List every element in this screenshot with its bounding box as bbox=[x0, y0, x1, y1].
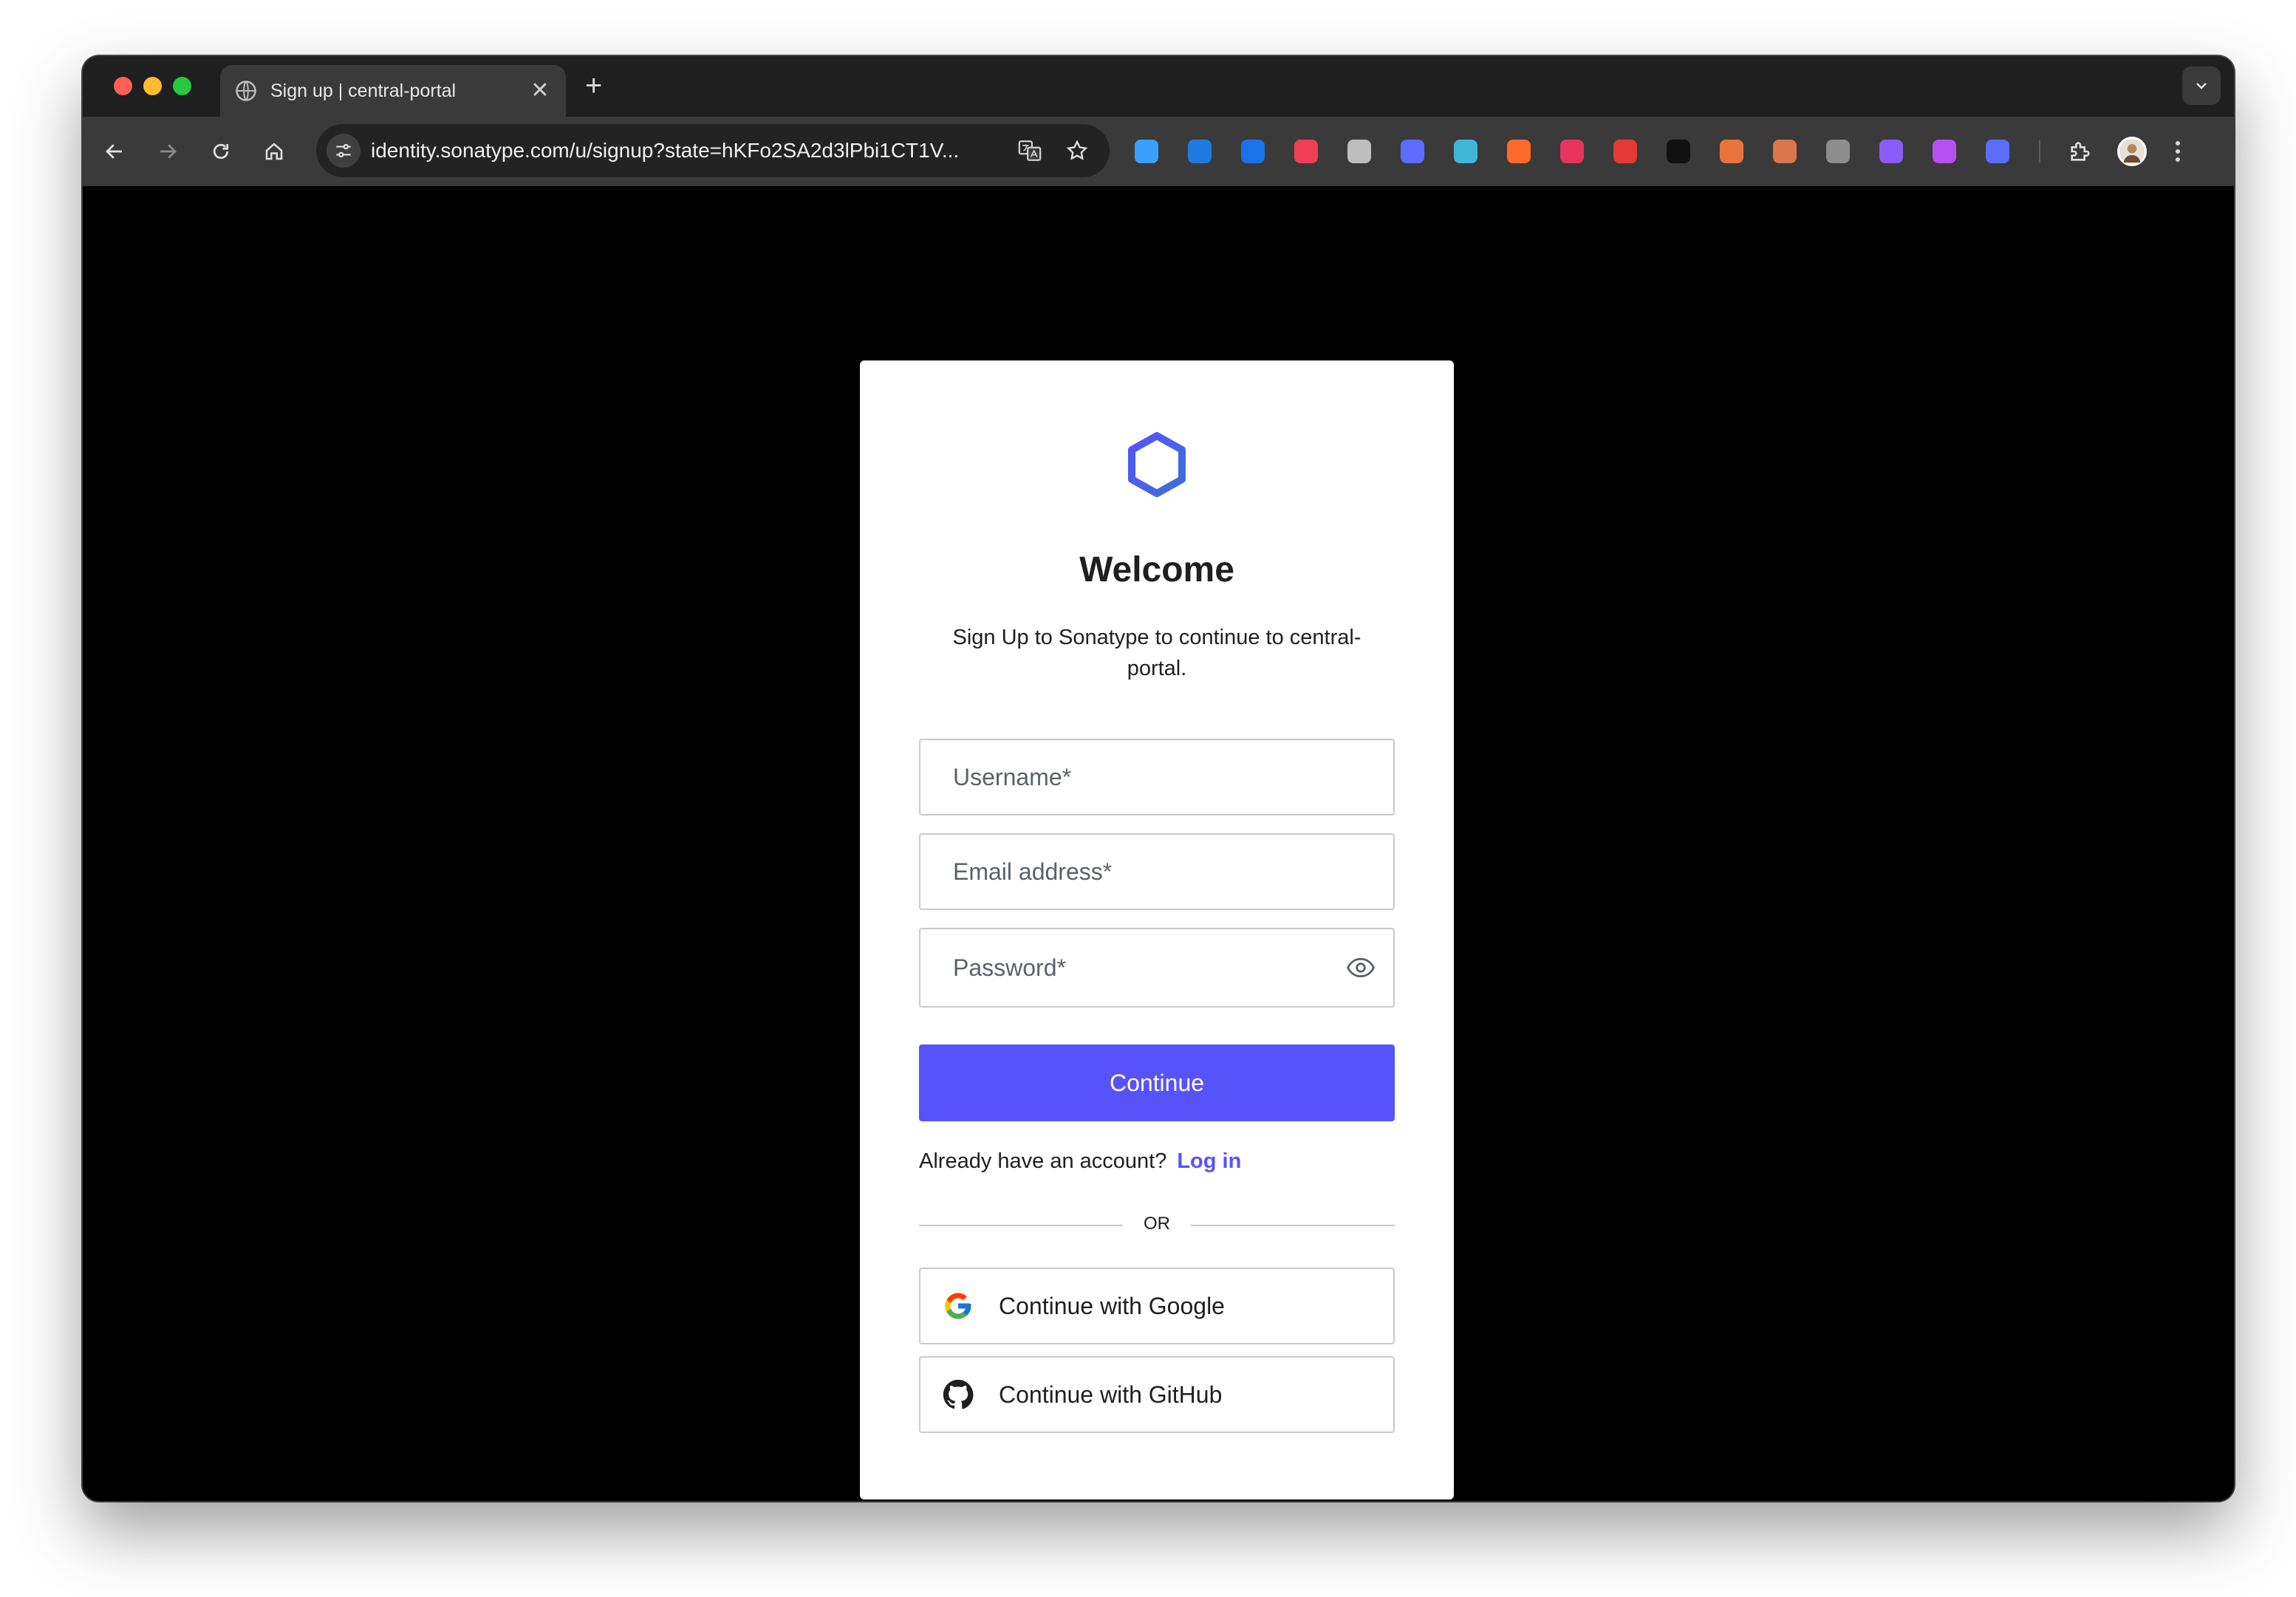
username-field[interactable] bbox=[919, 739, 1395, 815]
minimize-window-button[interactable] bbox=[143, 77, 162, 95]
login-link[interactable]: Log in bbox=[1177, 1149, 1241, 1173]
signup-description: Sign Up to Sonatype to continue to centr… bbox=[952, 626, 1361, 680]
tab-search-button[interactable] bbox=[2182, 66, 2221, 105]
google-button-label: Continue with Google bbox=[999, 1292, 1225, 1319]
extension-icon-7[interactable] bbox=[1454, 140, 1477, 163]
arrow-left-icon bbox=[106, 144, 122, 159]
extension-icon-13[interactable] bbox=[1773, 140, 1797, 163]
url-text[interactable]: identity.sonatype.com/u/signup?state=hKF… bbox=[371, 139, 1015, 163]
page-title: Welcome bbox=[1079, 550, 1234, 589]
github-logo-icon bbox=[943, 1379, 974, 1409]
extension-icon-14[interactable] bbox=[1826, 140, 1850, 163]
profile-face-icon bbox=[2123, 144, 2141, 163]
page-viewport: Welcome Sign Up to Sonatype to continue … bbox=[83, 186, 2234, 1501]
reload-button[interactable] bbox=[204, 134, 238, 168]
globe-icon bbox=[236, 81, 256, 101]
arrow-right-icon bbox=[160, 144, 177, 159]
extension-icon-15[interactable] bbox=[1879, 140, 1903, 163]
bookmark-star-icon[interactable] bbox=[1062, 136, 1092, 165]
extension-icon-10[interactable] bbox=[1613, 140, 1637, 163]
tab-strip: Sign up | central-portal ✕ + bbox=[83, 56, 2234, 117]
more-menu-icon[interactable] bbox=[2175, 141, 2181, 162]
continue-with-google-button[interactable]: Continue with Google bbox=[919, 1268, 1395, 1344]
extension-icon-2[interactable] bbox=[1188, 140, 1212, 163]
extension-icon-4[interactable] bbox=[1294, 140, 1318, 163]
extension-icon-3[interactable] bbox=[1241, 140, 1265, 163]
site-settings-icon[interactable] bbox=[327, 134, 361, 168]
home-icon bbox=[265, 143, 283, 160]
divider-or: OR bbox=[1144, 1214, 1170, 1234]
tab-title: Sign up | central-portal bbox=[270, 80, 457, 101]
sonatype-hexagon-logo-icon bbox=[1128, 432, 1186, 497]
chevron-down-icon bbox=[2196, 83, 2207, 89]
browser-toolbar: identity.sonatype.com/u/signup?state=hKF… bbox=[83, 117, 2234, 186]
home-button[interactable] bbox=[257, 134, 291, 168]
email-field[interactable] bbox=[919, 833, 1395, 910]
email-input[interactable] bbox=[953, 858, 1361, 886]
password-field[interactable] bbox=[919, 928, 1395, 1008]
tab-active[interactable]: Sign up | central-portal ✕ bbox=[220, 65, 566, 117]
tab-close-icon[interactable]: ✕ bbox=[529, 80, 551, 102]
password-input[interactable] bbox=[953, 954, 1327, 982]
maximize-window-button[interactable] bbox=[173, 77, 191, 95]
extensions-puzzle-icon[interactable] bbox=[2066, 137, 2095, 166]
translate-icon[interactable] bbox=[1015, 136, 1045, 165]
profile-avatar[interactable] bbox=[2117, 137, 2147, 166]
continue-with-github-button[interactable]: Continue with GitHub bbox=[919, 1356, 1395, 1433]
extensions-bar bbox=[1135, 133, 2181, 170]
login-prompt: Already have an account? Log in bbox=[919, 1149, 1241, 1174]
extension-icon-5[interactable] bbox=[1347, 140, 1371, 163]
forward-button[interactable] bbox=[151, 134, 185, 168]
extension-icon-16[interactable] bbox=[1933, 140, 1956, 163]
extension-icon-1[interactable] bbox=[1135, 140, 1158, 163]
browser-window: Sign up | central-portal ✕ + identity.so… bbox=[83, 56, 2234, 1501]
new-tab-button[interactable]: + bbox=[585, 71, 602, 100]
extension-icon-6[interactable] bbox=[1401, 140, 1424, 163]
username-input[interactable] bbox=[953, 763, 1361, 791]
github-button-label: Continue with GitHub bbox=[999, 1381, 1223, 1408]
login-prompt-text: Already have an account? bbox=[919, 1149, 1167, 1173]
back-button[interactable] bbox=[98, 134, 131, 168]
toolbar-separator bbox=[2039, 140, 2040, 163]
reload-icon bbox=[213, 143, 229, 160]
extension-icon-8[interactable] bbox=[1507, 140, 1531, 163]
close-window-button[interactable] bbox=[114, 77, 132, 95]
extension-icon-11[interactable] bbox=[1667, 140, 1690, 163]
address-bar[interactable]: identity.sonatype.com/u/signup?state=hKF… bbox=[316, 124, 1110, 177]
signup-card: Welcome Sign Up to Sonatype to continue … bbox=[860, 360, 1454, 1499]
eye-icon[interactable] bbox=[1346, 953, 1376, 982]
tune-icon bbox=[336, 143, 351, 158]
extension-icon-12[interactable] bbox=[1720, 140, 1743, 163]
extension-icon-17[interactable] bbox=[1986, 140, 2009, 163]
extension-icon-9[interactable] bbox=[1560, 140, 1584, 163]
google-logo-icon bbox=[945, 1293, 971, 1319]
continue-button[interactable]: Continue bbox=[919, 1044, 1395, 1121]
